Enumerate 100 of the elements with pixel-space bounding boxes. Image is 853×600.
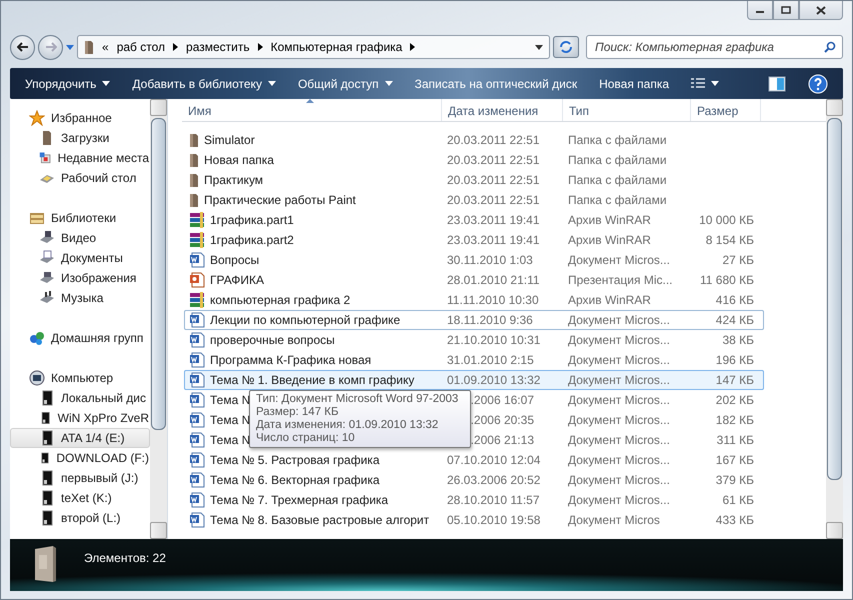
search-field[interactable]: Поиск: Компьютерная графика	[586, 35, 843, 59]
file-name[interactable]: Тема № 8. Базовые растровые алгорит	[189, 512, 430, 528]
word-document-icon	[189, 452, 205, 468]
nav-item[interactable]: Библиотеки	[10, 208, 150, 228]
file-name[interactable]: 1графика.part2	[189, 232, 294, 248]
breadcrumb[interactable]: раб стол	[116, 40, 166, 54]
caret-icon	[66, 44, 74, 50]
nav-item[interactable]: teXet (K:)	[10, 488, 150, 508]
refresh-button[interactable]	[553, 36, 579, 58]
nav-item[interactable]: Недавние места	[10, 148, 150, 168]
nav-item[interactable]: Видео	[10, 228, 150, 248]
drive-icon	[32, 545, 58, 585]
type-text: Презентация Mic...	[568, 273, 672, 287]
recent-places-icon	[39, 150, 52, 166]
nav-item[interactable]: DOWNLOAD (F:)	[10, 448, 150, 468]
nav-item[interactable]: WiN XpPro ZveR	[10, 408, 150, 428]
nav-item[interactable]: Музыка	[10, 288, 150, 308]
size-text: 433 КБ	[716, 513, 754, 527]
file-row[interactable]: Лекции по компьютерной графике 18.11.2010 9:36 Документ Micros... 424 КБ	[184, 310, 764, 330]
size-text: 27 КБ	[722, 253, 754, 267]
scrollbar[interactable]	[826, 99, 843, 539]
address-bar[interactable]: « раб стол разместить Компьютерная графика	[77, 35, 550, 59]
caret-icon	[711, 81, 720, 86]
file-name[interactable]: Практические работы Paint	[189, 192, 356, 208]
nav-item[interactable]: ATA 1/4 (E:)	[10, 428, 150, 448]
file-name: Лекции по компьютерной графике	[189, 312, 400, 328]
file-row[interactable]: Тема № 1. Введение в комп графику 01.09.2010 13:32 Документ Micros... 147 КБ	[184, 370, 764, 390]
size-text: 424 КБ	[716, 313, 754, 327]
breadcrumb[interactable]: разместить	[186, 40, 250, 54]
tooltip-line: Размер: 147 КБ	[256, 406, 340, 419]
size-text: 379 КБ	[716, 473, 754, 487]
caret-icon	[268, 81, 276, 86]
toolbar-button[interactable]: Добавить в библиотеку	[123, 72, 285, 96]
list-view-icon	[691, 78, 706, 90]
nav-item[interactable]: первывый (J:)	[10, 468, 150, 488]
file-name[interactable]: Программа К-Графика новая	[189, 352, 372, 368]
size-text: 196 КБ	[716, 353, 754, 367]
file-name[interactable]: компьютерная графика 2	[189, 292, 350, 308]
date-text: 20.03.2011 22:51	[447, 193, 540, 207]
toolbar-button[interactable]: Упорядочить	[16, 72, 120, 96]
word-document-icon	[189, 352, 205, 368]
star-icon	[29, 110, 45, 126]
column-header[interactable]: Тип	[563, 99, 691, 121]
file-name[interactable]: ГРАФИКА	[189, 272, 264, 288]
column-header[interactable]: Размер	[691, 99, 761, 121]
close-button[interactable]	[799, 1, 843, 20]
size-text: 167 КБ	[716, 453, 754, 467]
type-text: Папка с файлами	[568, 193, 667, 207]
date-text: 30.11.2010 1:03	[447, 253, 533, 267]
back-arrow-icon	[16, 42, 28, 52]
type-text: Документ Micros...	[568, 453, 670, 467]
back-button[interactable]	[10, 34, 35, 60]
file-name[interactable]: Simulator	[189, 132, 255, 148]
nav-item[interactable]: Изображения	[10, 268, 150, 288]
file-name[interactable]: Новая папка	[189, 152, 274, 168]
file-name[interactable]: Тема № 5. Растровая графика	[189, 452, 380, 468]
type-text: Документ Micros...	[568, 253, 670, 267]
word-document-icon	[189, 472, 205, 488]
nav-item[interactable]: второй (L:)	[10, 508, 150, 528]
column-header[interactable]: Дата изменения	[442, 99, 563, 121]
word-document-icon	[189, 512, 205, 528]
size-text: 202 КБ	[716, 393, 754, 407]
type-text: Документ Micros	[568, 513, 660, 527]
nav-item[interactable]: Компьютер	[10, 368, 150, 388]
caret-icon	[535, 44, 543, 50]
file-name[interactable]: Тема № 6. Векторная графика	[189, 472, 380, 488]
file-name[interactable]: 1графика.part1	[189, 212, 294, 228]
size-text: 38 КБ	[722, 333, 754, 347]
nav-item[interactable]: Избранное	[10, 108, 150, 128]
scrollbar[interactable]	[150, 99, 167, 539]
breadcrumb[interactable]: Компьютерная графика	[270, 40, 402, 54]
type-text: Документ Micros...	[568, 313, 670, 327]
date-text: 01.09.2010 13:32	[447, 373, 540, 387]
folder-icon	[189, 192, 199, 208]
folder-icon	[189, 172, 199, 188]
nav-item[interactable]: Рабочий стол	[10, 168, 150, 188]
size-text: 10 000 КБ	[699, 213, 754, 227]
type-text: Папка с файлами	[568, 133, 667, 147]
breadcrumb-arrow-icon	[410, 43, 416, 51]
word-document-icon	[189, 372, 205, 388]
nav-item[interactable]: Домашняя групп	[10, 328, 150, 348]
breadcrumb-overflow[interactable]: «	[102, 40, 109, 54]
nav-item[interactable]: Локальный дис	[10, 388, 150, 408]
toolbar-button[interactable]: Новая папка	[590, 72, 678, 96]
type-text: Папка с файлами	[568, 153, 667, 167]
nav-item[interactable]: Документы	[10, 248, 150, 268]
minimize-button[interactable]	[747, 1, 773, 20]
nav-item[interactable]: Загрузки	[10, 128, 150, 148]
file-name[interactable]: Вопросы	[189, 252, 260, 268]
toolbar-button[interactable]: Общий доступ	[288, 72, 402, 96]
file-name[interactable]: Тема № 7. Трехмерная графика	[189, 492, 388, 508]
drive-icon	[39, 450, 50, 466]
date-text: 31.01.2010 2:15	[447, 353, 534, 367]
toolbar-button[interactable]: Записать на оптический диск	[406, 72, 586, 96]
word-document-icon	[189, 332, 205, 348]
forward-button[interactable]	[38, 34, 63, 60]
file-name[interactable]: Практикум	[189, 172, 264, 188]
date-text: .2006 21:13	[470, 433, 534, 447]
maximize-button[interactable]	[773, 1, 799, 20]
file-name[interactable]: проверочные вопросы	[189, 332, 335, 348]
